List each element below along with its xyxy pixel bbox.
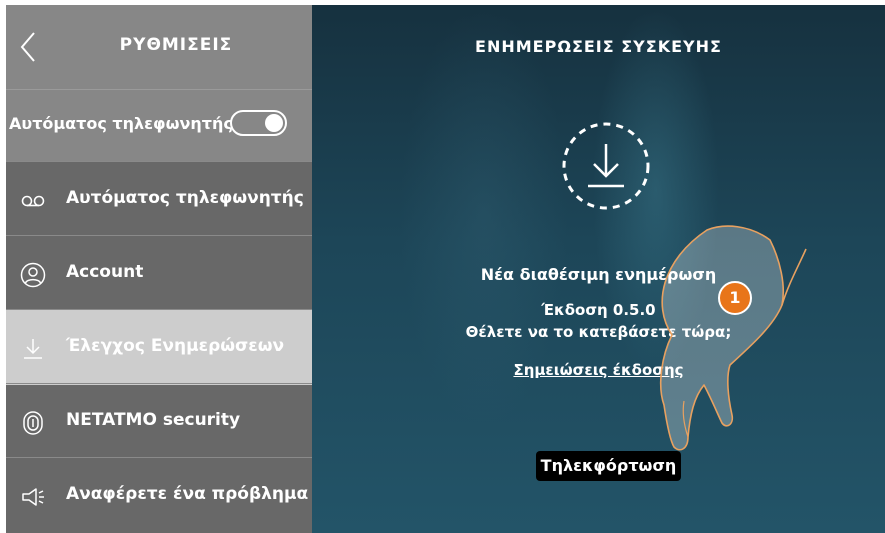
sidebar-header: ΡΥΘΜΙΣΕΙΣ	[6, 5, 312, 89]
download-question: Θέλετε να το κατεβάσετε τώρα;	[465, 323, 732, 341]
sidebar-title: ΡΥΘΜΙΣΕΙΣ	[119, 35, 233, 55]
download-circle-icon	[562, 122, 650, 210]
sidebar-item-report-problem[interactable]: Αναφέρετε ένα πρόβλημα	[6, 457, 312, 533]
toggle-knob	[265, 114, 283, 132]
page-title: ΕΝΗΜΕΡΩΣΕΙΣ ΣΥΣΚΕΥΗΣ	[475, 37, 722, 56]
answering-machine-toggle-row: Αυτόματος τηλεφωνητής	[6, 89, 312, 162]
sidebar-item-check-updates[interactable]: Έλεγχος Ενημερώσεων	[6, 309, 312, 385]
voicemail-icon	[21, 195, 45, 207]
sidebar-item-label: Account	[66, 262, 144, 282]
chevron-left-icon	[20, 32, 35, 62]
app-frame: ΡΥΘΜΙΣΕΙΣ Αυτόματος τηλεφωνητής Αυτόματο…	[6, 5, 885, 533]
megaphone-icon	[22, 488, 44, 506]
sidebar-item-netatmo-security[interactable]: NETATMO security	[6, 383, 312, 459]
download-icon	[24, 339, 42, 359]
sidebar-item-label: Έλεγχος Ενημερώσεων	[66, 336, 285, 356]
download-button[interactable]: Τηλεκφόρτωση	[536, 451, 681, 481]
update-version: Έκδοση 0.5.0	[541, 301, 656, 319]
device-updates-panel: ΕΝΗΜΕΡΩΣΕΙΣ ΣΥΣΚΕΥΗΣ Νέα διαθέσιμη ενημέ…	[312, 5, 885, 533]
sidebar-item-answering-machine[interactable]: Αυτόματος τηλεφωνητής	[6, 161, 312, 237]
release-notes-link[interactable]: Σημειώσεις έκδοσης	[312, 361, 885, 379]
step-number-badge: 1	[718, 281, 752, 315]
update-available-title: Νέα διαθέσιμη ενημέρωση	[480, 265, 717, 284]
sidebar-item-label: NETATMO security	[66, 410, 241, 430]
toggle-label: Αυτόματος τηλεφωνητής	[9, 114, 233, 133]
sidebar-item-label: Αυτόματος τηλεφωνητής	[66, 188, 304, 208]
back-button[interactable]	[16, 29, 42, 65]
answering-machine-toggle[interactable]	[230, 110, 287, 136]
sidebar-item-label: Αναφέρετε ένα πρόβλημα	[66, 484, 309, 504]
user-icon	[20, 262, 46, 288]
fingerprint-icon	[23, 411, 43, 435]
settings-sidebar: ΡΥΘΜΙΣΕΙΣ Αυτόματος τηλεφωνητής Αυτόματο…	[6, 5, 312, 533]
sidebar-item-account[interactable]: Account	[6, 235, 312, 311]
